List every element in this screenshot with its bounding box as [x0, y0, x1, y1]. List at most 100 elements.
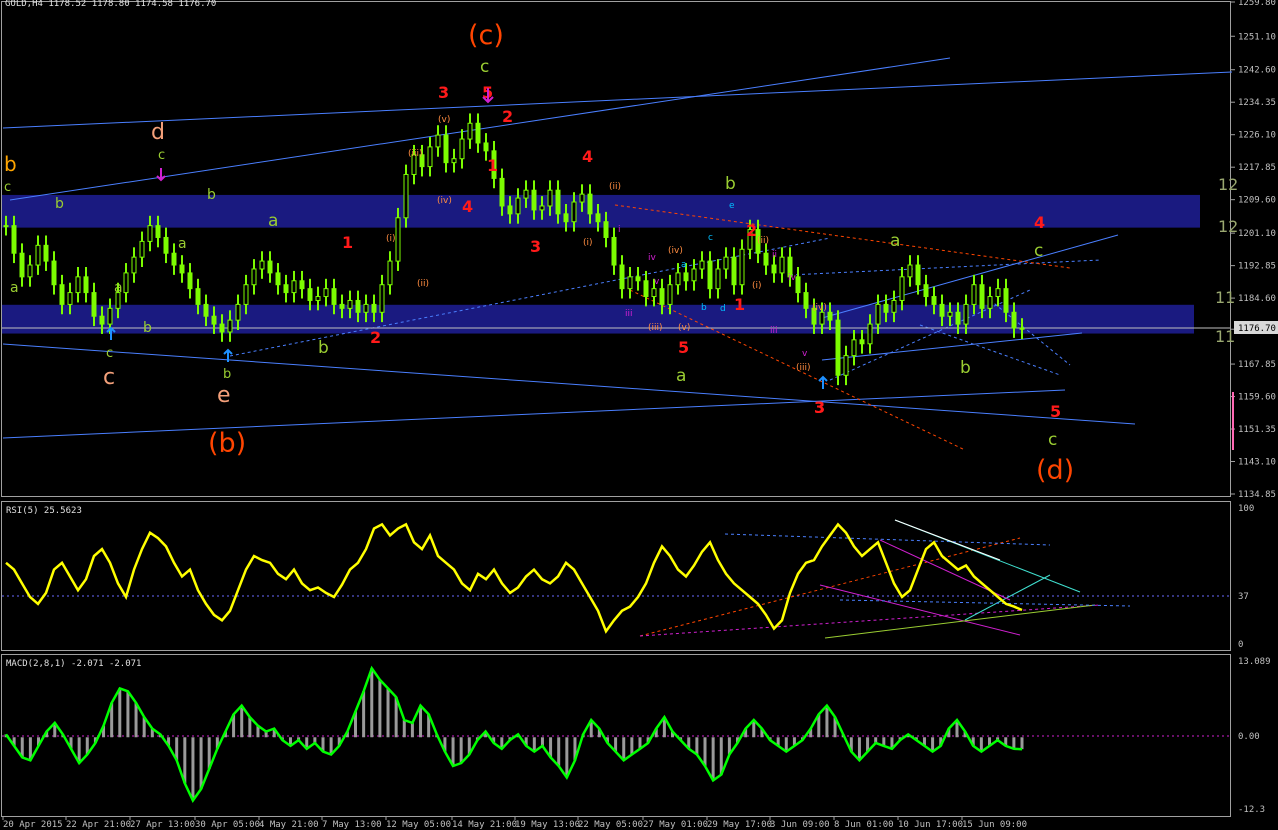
- wave-label: v: [654, 277, 660, 287]
- price-candle-body: [339, 303, 345, 309]
- wave-label: c: [480, 57, 489, 77]
- price-axis-label: 1234.35: [1238, 98, 1276, 108]
- price-candle-body: [643, 280, 649, 298]
- price-candle-body: [595, 213, 601, 223]
- price-candle-body: [195, 288, 201, 305]
- price-candle-body: [171, 252, 177, 266]
- price-candle-body: [867, 323, 873, 345]
- wave-label: b: [960, 358, 971, 378]
- price-candle-body: [899, 276, 905, 301]
- price-candle-body: [803, 292, 809, 309]
- wave-label: (v): [678, 323, 690, 333]
- price-candle-body: [227, 319, 233, 333]
- price-candle-body: [507, 205, 513, 215]
- price-candle-body: [107, 307, 113, 325]
- price-candle-body: [275, 272, 281, 286]
- macd-panel-label: MACD(2,8,1) -2.071 -2.071: [6, 659, 141, 669]
- wave-label: ii: [772, 250, 777, 260]
- price-candle-body: [979, 284, 985, 309]
- price-candle-body: [3, 225, 9, 228]
- price-candle-body: [547, 189, 553, 207]
- price-candle-body: [451, 158, 457, 164]
- rsi-line: [839, 599, 1131, 607]
- wave-label: 5: [1050, 402, 1061, 421]
- price-candle-body: [827, 311, 833, 321]
- rsi-panel-label: RSI(5) 25.5623: [6, 506, 82, 516]
- price-candle-body: [211, 315, 217, 325]
- price-series: [3, 113, 1025, 386]
- price-candle-body: [67, 292, 73, 305]
- wave-label-b-orange: b: [4, 152, 17, 176]
- time-axis-label: 10 Jun 17:00: [898, 820, 963, 830]
- wave-label: 1: [342, 233, 353, 252]
- salmon-wave-labels: d c e: [103, 120, 231, 408]
- time-axis-label: 15 Jun 09:00: [962, 820, 1027, 830]
- price-candle-body: [315, 296, 321, 301]
- rsi-trend-lines: [639, 519, 1131, 639]
- price-candle-body: [443, 134, 449, 164]
- price-candle-body: [883, 303, 889, 313]
- wave-label: c: [1034, 241, 1043, 261]
- price-candle-body: [611, 236, 617, 266]
- wave-label: 1: [734, 295, 745, 314]
- price-candle-body: [75, 276, 81, 294]
- price-candle-body: [163, 236, 169, 254]
- price-candle-body: [259, 260, 265, 270]
- time-axis-label: 12 May 05:00: [386, 820, 451, 830]
- wave-label: (i): [583, 238, 593, 248]
- price-axis-label: 1159.60: [1238, 393, 1276, 403]
- wave-label: (iv): [812, 303, 827, 313]
- rsi-axis: 100 37 0: [1238, 504, 1254, 650]
- price-candle-body: [955, 311, 961, 325]
- time-axis: 20 Apr 2015 22 Apr 21:0027 Apr 13:00 30 Ap…: [2, 817, 1027, 830]
- price-candle-body: [243, 284, 249, 305]
- price-candle-body: [1019, 327, 1025, 330]
- wave-label: (ii): [609, 182, 621, 192]
- rsi-line: [824, 604, 1096, 639]
- wave-label: (i): [386, 234, 396, 244]
- rsi-axis-label: 0: [1238, 640, 1243, 650]
- price-candle-body: [499, 177, 505, 207]
- wave-label: d: [151, 120, 165, 145]
- price-candle-body: [371, 303, 377, 313]
- rsi-axis-label: 37: [1238, 592, 1249, 602]
- price-candle-body: [131, 256, 137, 274]
- price-candle-body: [155, 225, 161, 238]
- price-axis-label: 1167.85: [1238, 360, 1276, 370]
- wave-label: c: [4, 180, 11, 195]
- price-candle-body: [147, 225, 153, 242]
- wave-label: (i): [752, 281, 762, 291]
- price-candle-body: [363, 303, 369, 313]
- wave-label: a: [268, 211, 278, 231]
- price-candle-body: [683, 272, 689, 282]
- spread-marker: [1232, 392, 1234, 450]
- price-axis-label: 1242.60: [1238, 66, 1276, 76]
- price-candle-body: [971, 284, 977, 305]
- price-axis-label: 1209.60: [1238, 196, 1276, 206]
- wave-label: (v): [438, 115, 450, 125]
- rsi-line: [964, 574, 1051, 621]
- price-candle-body: [123, 272, 129, 294]
- price-axis-label: 1217.85: [1238, 163, 1276, 173]
- right-edge-label: 11: [1215, 288, 1235, 307]
- price-candle-body: [923, 284, 929, 298]
- price-candle-body: [427, 146, 433, 168]
- price-axis-label: 1134.85: [1238, 490, 1276, 500]
- price-candle-body: [947, 311, 953, 317]
- price-candle-body: [539, 205, 545, 211]
- price-candle-body: [83, 276, 89, 294]
- price-candle-body: [891, 299, 897, 313]
- wave-label: b: [55, 196, 64, 212]
- wave-label: (ii): [417, 279, 429, 289]
- price-candle-body: [579, 193, 585, 203]
- price-candle-body: [795, 276, 801, 294]
- wave-label: iii: [625, 309, 633, 319]
- price-candle-body: [459, 138, 465, 160]
- up-arrow-icon: [106, 326, 116, 340]
- price-axis-label: 1184.60: [1238, 294, 1276, 304]
- trend-line-top-long: [2, 71, 1233, 129]
- price-candle-body: [627, 276, 633, 290]
- right-edge-label: 11: [1215, 327, 1235, 346]
- rsi-axis-label: 100: [1238, 504, 1254, 514]
- price-candle-body: [987, 296, 993, 309]
